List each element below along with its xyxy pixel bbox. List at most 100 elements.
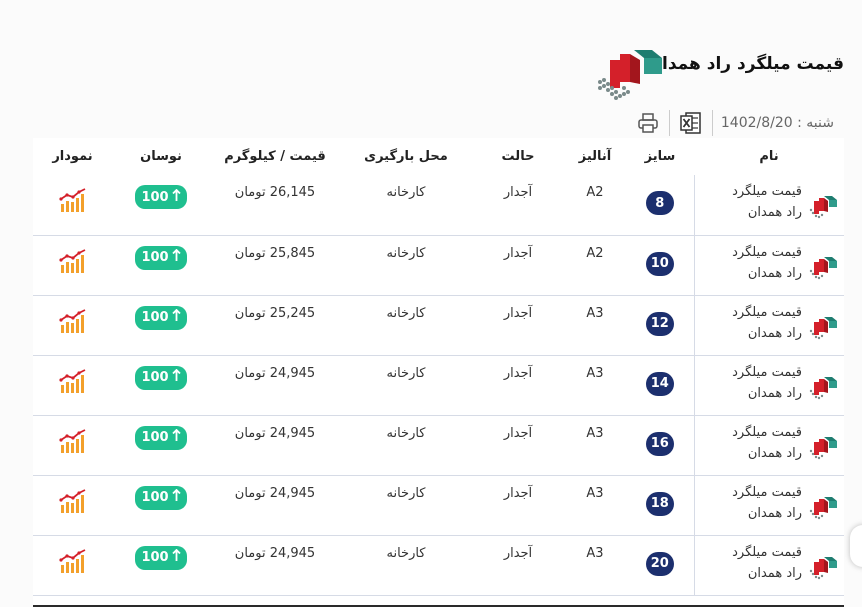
column-header-size: سایز <box>626 138 694 175</box>
analysis-cell: A2 <box>586 185 604 200</box>
brand-logo-icon <box>809 376 837 399</box>
chart-icon[interactable] <box>58 488 87 518</box>
print-icon[interactable] <box>635 110 661 136</box>
column-header-chart: نمودار <box>33 138 112 175</box>
product-name[interactable]: قیمت میلگرد راد همدان <box>718 542 802 584</box>
table-row[interactable]: قیمت میلگرد راد همدان 18 A3 آجدار کارخان… <box>33 475 844 535</box>
analysis-cell: A3 <box>586 365 604 381</box>
state-cell: آجدار <box>503 185 533 200</box>
chart-cell <box>33 415 112 475</box>
name-cell: قیمت میلگرد راد همدان <box>693 235 844 295</box>
brand-logo-icon <box>809 496 837 519</box>
arrow-up-icon <box>171 488 181 506</box>
change-value: 100 <box>141 550 169 565</box>
name-cell: قیمت میلگرد راد همدان <box>693 295 844 355</box>
name-cell: قیمت میلگرد راد همدان <box>693 535 844 595</box>
divider <box>668 110 670 136</box>
chart-icon[interactable] <box>58 187 87 217</box>
name-cell: قیمت میلگرد راد همدان <box>693 175 844 235</box>
change-badge[interactable]: 100 <box>135 305 187 330</box>
excel-export-icon[interactable] <box>678 110 704 136</box>
table-header-row: نام سایز آنالیز حالت محل بارگیری قیمت / … <box>33 138 844 175</box>
change-badge[interactable]: 100 <box>135 545 187 570</box>
location-cell: کارخانه <box>386 485 426 501</box>
name-cell: قیمت میلگرد راد همدان <box>693 355 844 415</box>
change-badge[interactable]: 100 <box>135 245 187 270</box>
brand-logo-icon <box>809 196 837 219</box>
arrow-up-icon <box>171 368 181 386</box>
chart-icon[interactable] <box>58 248 87 278</box>
arrow-up-icon <box>171 548 181 566</box>
size-badge: 8 <box>645 191 674 215</box>
size-cell: 18 <box>626 475 694 535</box>
arrow-up-icon <box>171 428 181 446</box>
change-badge[interactable]: 100 <box>135 185 187 209</box>
size-cell: 10 <box>626 235 694 295</box>
price-table: نام سایز آنالیز حالت محل بارگیری قیمت / … <box>33 138 844 607</box>
chart-cell <box>33 235 112 295</box>
change-badge[interactable]: 100 <box>135 425 187 450</box>
table-row[interactable]: قیمت میلگرد راد همدان 8 A2 آجدار کارخانه… <box>33 175 844 235</box>
table-row[interactable]: قیمت میلگرد راد همدان 12 A3 آجدار کارخان… <box>33 295 844 355</box>
change-value: 100 <box>141 189 169 205</box>
name-cell: قیمت میلگرد راد همدان <box>693 475 844 535</box>
size-cell: 14 <box>626 355 694 415</box>
price-cell: 24,945 تومان <box>234 425 316 441</box>
size-badge: 18 <box>645 491 674 516</box>
page-header: قیمت میلگرد راد همدان <box>584 44 844 104</box>
location-cell: کارخانه <box>386 185 426 200</box>
chart-icon[interactable] <box>58 428 87 458</box>
brand-logo-icon <box>809 256 837 279</box>
column-header-analysis: آنالیز <box>564 138 626 175</box>
change-value: 100 <box>141 370 169 385</box>
change-value: 100 <box>141 310 169 325</box>
size-badge: 20 <box>645 551 674 576</box>
chart-cell <box>33 475 112 535</box>
arrow-up-icon <box>171 308 181 326</box>
location-cell: کارخانه <box>386 545 426 561</box>
table-row[interactable]: قیمت میلگرد راد همدان 16 A3 آجدار کارخان… <box>33 415 844 475</box>
name-cell: قیمت میلگرد راد همدان <box>693 415 844 475</box>
page-title: قیمت میلگرد راد همدان <box>647 54 845 74</box>
change-badge[interactable]: 100 <box>135 365 187 390</box>
column-header-price: قیمت / کیلوگرم <box>210 138 340 175</box>
change-badge[interactable]: 100 <box>135 485 187 510</box>
product-name[interactable]: قیمت میلگرد راد همدان <box>718 181 802 223</box>
table-row[interactable]: قیمت میلگرد راد همدان 14 A3 آجدار کارخان… <box>33 355 844 415</box>
column-header-change: نوسان <box>112 138 210 175</box>
size-cell: 16 <box>626 415 694 475</box>
chart-cell <box>33 175 112 235</box>
arrow-up-icon <box>171 188 181 206</box>
product-name[interactable]: قیمت میلگرد راد همدان <box>718 302 802 344</box>
scroll-handle[interactable] <box>850 525 862 567</box>
analysis-cell: A3 <box>586 305 604 321</box>
column-header-state: حالت <box>472 138 564 175</box>
size-cell: 8 <box>626 175 694 235</box>
chart-icon[interactable] <box>58 308 87 338</box>
product-name[interactable]: قیمت میلگرد راد همدان <box>718 242 802 284</box>
product-name[interactable]: قیمت میلگرد راد همدان <box>718 362 802 404</box>
change-cell: 100 <box>112 175 210 235</box>
location-cell: کارخانه <box>386 245 426 261</box>
change-value: 100 <box>141 430 169 445</box>
size-cell: 12 <box>626 295 694 355</box>
chart-icon[interactable] <box>58 368 87 398</box>
chart-icon[interactable] <box>58 548 87 578</box>
location-cell: کارخانه <box>386 305 426 321</box>
analysis-cell: A3 <box>586 425 604 441</box>
product-name[interactable]: قیمت میلگرد راد همدان <box>718 482 802 524</box>
price-cell: 25,845 تومان <box>234 245 316 261</box>
table-row[interactable]: قیمت میلگرد راد همدان 10 A2 آجدار کارخان… <box>33 235 844 295</box>
analysis-cell: A3 <box>586 545 604 561</box>
date-label: شنبه : 1402/8/20 <box>720 115 834 131</box>
price-cell: 25,245 تومان <box>234 305 316 321</box>
change-cell: 100 <box>112 415 210 475</box>
change-cell: 100 <box>112 295 210 355</box>
size-badge: 14 <box>645 371 674 396</box>
change-cell: 100 <box>112 475 210 535</box>
size-badge: 16 <box>645 431 674 456</box>
table-row[interactable]: قیمت میلگرد راد همدان 20 A3 آجدار کارخان… <box>33 535 844 595</box>
brand-logo-icon <box>809 436 837 459</box>
product-name[interactable]: قیمت میلگرد راد همدان <box>718 422 802 464</box>
change-cell: 100 <box>112 535 210 595</box>
